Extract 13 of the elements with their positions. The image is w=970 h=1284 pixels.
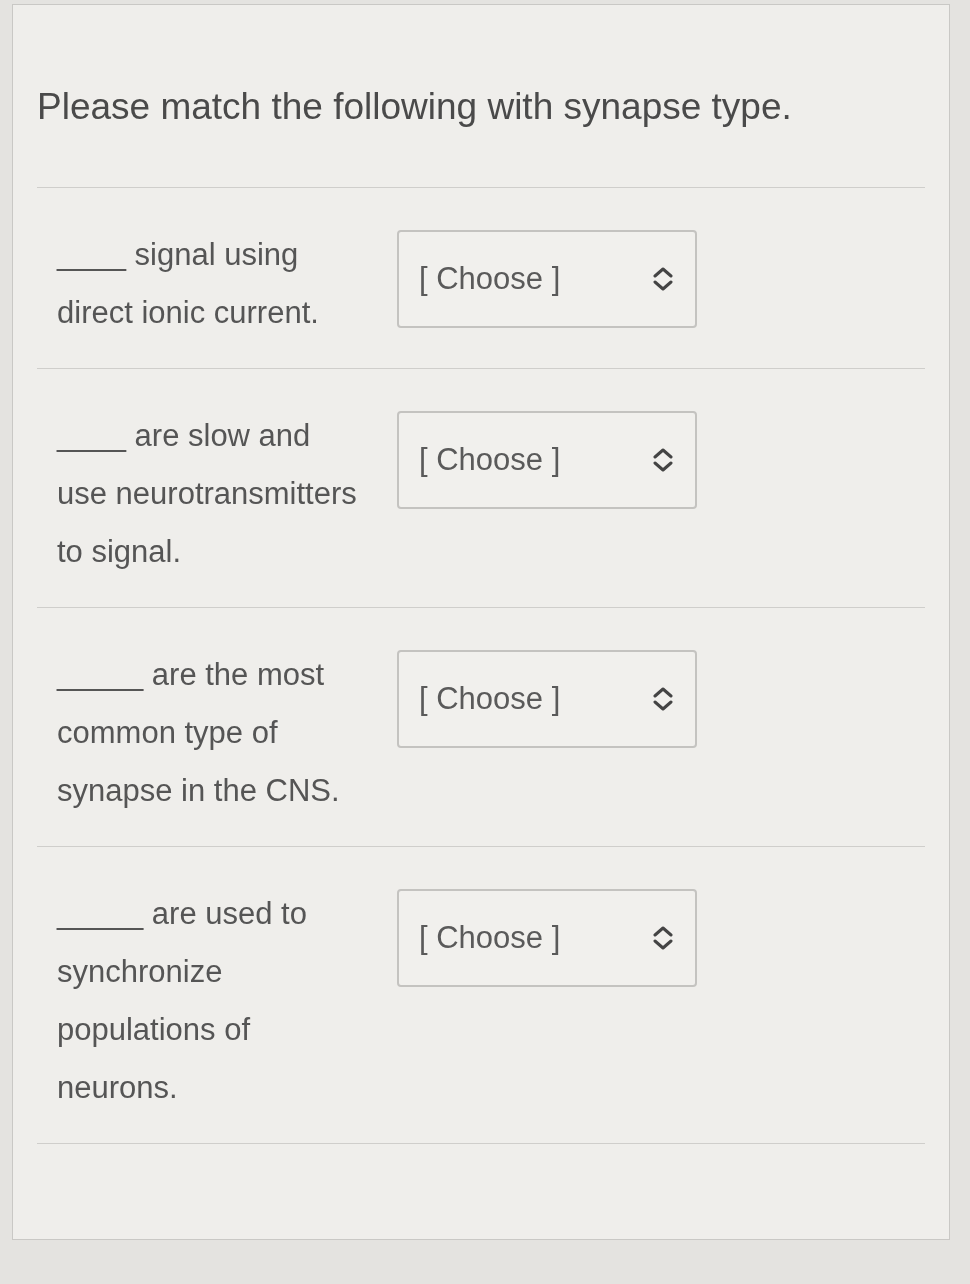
choose-dropdown[interactable]: [ Choose ] xyxy=(397,411,697,509)
question-title: Please match the following with synapse type. xyxy=(37,83,925,188)
choose-dropdown[interactable]: [ Choose ] xyxy=(397,230,697,328)
match-prompt: ____ signal using direct ionic current. xyxy=(57,236,320,332)
up-down-chevron-icon xyxy=(653,926,673,950)
up-down-chevron-icon xyxy=(653,448,673,472)
match-prompt: ____ are slow and use neurotransmitters to signal. xyxy=(57,417,358,571)
choose-dropdown[interactable]: [ Choose ] xyxy=(397,650,697,748)
up-down-chevron-icon xyxy=(653,687,673,711)
up-down-chevron-icon xyxy=(653,267,673,291)
match-prompt: _____ are the most common type of synapse in the CNS. xyxy=(57,656,341,810)
choose-dropdown[interactable]: [ Choose ] xyxy=(397,889,697,987)
match-prompt: _____ are used to synchronize populations of neurons. xyxy=(57,895,308,1107)
